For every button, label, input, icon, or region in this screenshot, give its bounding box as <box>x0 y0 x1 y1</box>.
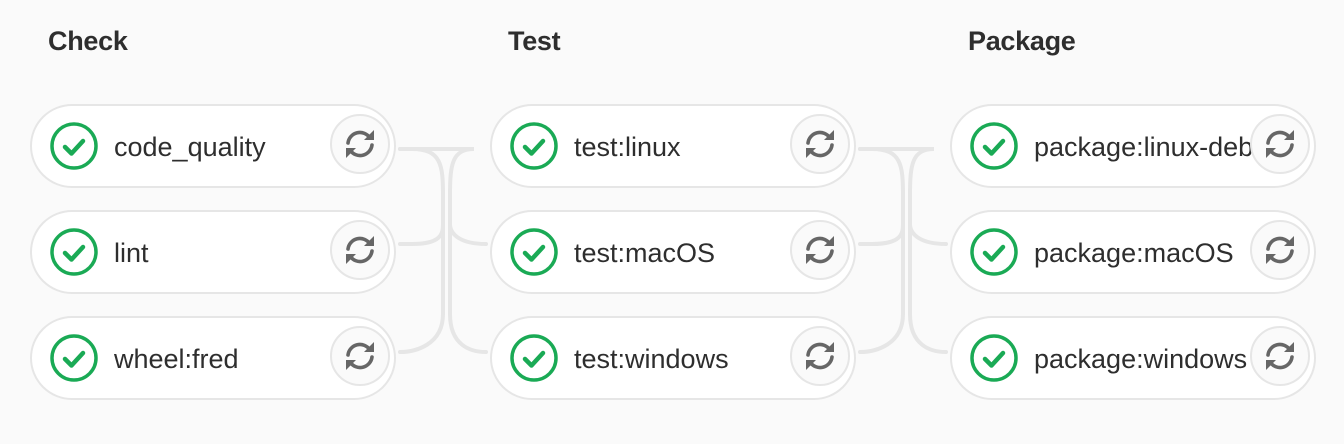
job-name: package:macOS <box>1034 238 1234 268</box>
stage-title-check: Check <box>48 26 128 56</box>
check-circle-icon <box>510 122 558 170</box>
connector-test-to-package <box>858 147 948 354</box>
retry-button[interactable] <box>1250 220 1310 280</box>
job-lint: lint <box>30 210 396 294</box>
retry-button[interactable] <box>790 326 850 386</box>
stage-title-package: Package <box>968 26 1076 56</box>
job-name: wheel:fred <box>114 344 239 374</box>
job-link-test-macos[interactable]: test:macOS <box>492 212 792 292</box>
check-circle-icon <box>970 122 1018 170</box>
retry-button[interactable] <box>790 114 850 174</box>
job-link-code-quality[interactable]: code_quality <box>32 106 332 186</box>
job-name: package:linux-deb <box>1034 132 1252 162</box>
retry-icon <box>806 236 834 264</box>
check-circle-icon <box>970 334 1018 382</box>
retry-button[interactable] <box>1250 114 1310 174</box>
job-wheel-fred: wheel:fred <box>30 316 396 400</box>
job-link-package-linux-deb[interactable]: package:linux-deb <box>952 106 1252 186</box>
job-name: test:macOS <box>574 238 716 268</box>
connector-check-to-test <box>398 222 445 246</box>
job-code-quality: code_quality <box>30 104 396 188</box>
retry-button[interactable] <box>330 220 390 280</box>
job-link-test-linux[interactable]: test:linux <box>492 106 792 186</box>
retry-icon <box>346 236 374 264</box>
retry-icon <box>1266 130 1294 158</box>
check-circle-icon <box>50 228 98 276</box>
retry-icon <box>346 342 374 370</box>
retry-button[interactable] <box>330 114 390 174</box>
retry-icon <box>346 130 374 158</box>
retry-button[interactable] <box>1250 326 1310 386</box>
job-name: lint <box>114 238 149 268</box>
stage-title-test: Test <box>508 26 561 56</box>
job-test-macos: test:macOS <box>490 210 856 294</box>
job-link-lint[interactable]: lint <box>32 212 332 292</box>
job-package-linux-deb: package:linux-deb <box>950 104 1316 188</box>
retry-icon <box>1266 236 1294 264</box>
connector-test-to-package <box>858 222 905 246</box>
connector-test-to-package <box>858 147 905 354</box>
pipeline-graph: Check code_quality lint wheel:fred Test … <box>0 0 1344 444</box>
job-name: test:windows <box>574 344 729 374</box>
retry-button[interactable] <box>790 220 850 280</box>
job-link-wheel-fred[interactable]: wheel:fred <box>32 318 332 398</box>
retry-icon <box>1266 342 1294 370</box>
connector-check-to-test <box>398 147 488 354</box>
job-link-package-windows[interactable]: package:windows <box>952 318 1252 398</box>
job-test-linux: test:linux <box>490 104 856 188</box>
job-test-windows: test:windows <box>490 316 856 400</box>
job-link-package-macos[interactable]: package:macOS <box>952 212 1252 292</box>
connector-check-to-test <box>398 147 445 354</box>
connector-check-to-test <box>448 222 488 246</box>
check-circle-icon <box>510 228 558 276</box>
check-circle-icon <box>50 334 98 382</box>
connector-test-to-package <box>908 222 948 246</box>
job-package-macos: package:macOS <box>950 210 1316 294</box>
retry-button[interactable] <box>330 326 390 386</box>
job-link-test-windows[interactable]: test:windows <box>492 318 792 398</box>
retry-icon <box>806 342 834 370</box>
check-circle-icon <box>510 334 558 382</box>
retry-icon <box>806 130 834 158</box>
job-name: code_quality <box>114 132 266 162</box>
job-name: package:windows <box>1034 344 1248 374</box>
job-package-windows: package:windows <box>950 316 1316 400</box>
check-circle-icon <box>50 122 98 170</box>
job-name: test:linux <box>574 132 681 162</box>
check-circle-icon <box>970 228 1018 276</box>
